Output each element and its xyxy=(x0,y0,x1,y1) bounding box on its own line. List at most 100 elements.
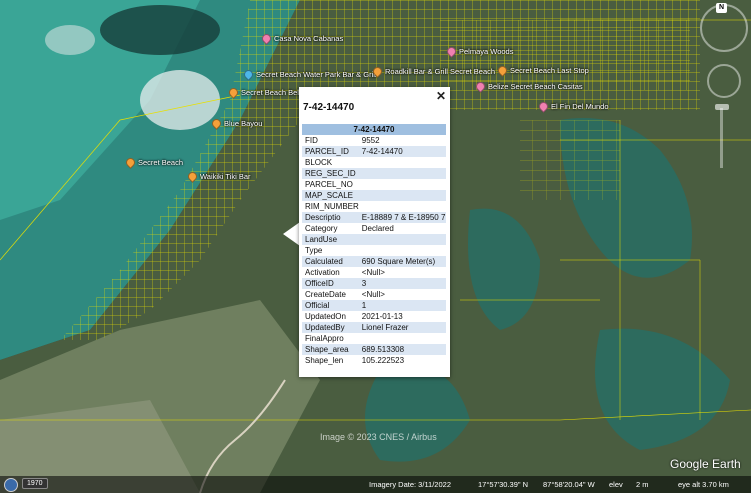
attribute-key: CreateDate xyxy=(305,290,346,299)
latitude-readout: 17°57'30.39" N xyxy=(478,480,529,489)
elevation-label: elev xyxy=(609,480,623,489)
attribute-value xyxy=(358,234,446,245)
attribute-row: Official 1 xyxy=(302,300,446,311)
attribute-value: E-18889 7 & E-18950 7 xyxy=(358,212,446,223)
place-label[interactable]: Casa Nova Cabanas xyxy=(260,32,343,45)
table-header: 7-42-14470 xyxy=(302,124,446,135)
attribute-value: 9552 xyxy=(361,136,380,145)
attribute-value xyxy=(359,333,446,344)
attribute-row: Calculated 690 Square Meter(s) xyxy=(302,256,446,267)
historical-imagery-clock-icon[interactable] xyxy=(4,478,18,492)
attribute-value xyxy=(359,201,446,212)
eye-altitude: eye alt 3.70 km xyxy=(678,480,729,489)
place-label[interactable]: Secret Beach Bel xyxy=(227,86,299,99)
parcel-info-balloon: 7-42-14470 ✕ 7-42-14470 FID 9552 PARCEL_ID… xyxy=(299,87,450,377)
status-bar: 1970 Imagery Date: 3/11/2022 17°57'30.39… xyxy=(0,476,751,493)
attribute-row: Shape_len 105.222523 xyxy=(302,355,446,366)
place-label[interactable]: Roadkill Bar & Grill Secret Beach xyxy=(371,65,495,78)
attribute-key: Shape_len xyxy=(305,356,344,365)
attribute-value xyxy=(359,179,446,190)
attribute-table: 7-42-14470 FID 9552 PARCEL_ID 7-42-14470 BLO… xyxy=(302,124,446,366)
attribute-key: PARCEL_NO xyxy=(305,180,353,189)
place-label[interactable]: Pelmaya Woods xyxy=(445,45,513,58)
attribute-value: 689.513308 xyxy=(358,344,446,355)
attribute-value: 690 Square Meter(s) xyxy=(358,256,446,267)
pin-icon xyxy=(242,68,255,81)
attribute-value xyxy=(358,190,446,201)
year-button[interactable]: 1970 xyxy=(22,478,48,489)
attribute-key: REG_SEC_ID xyxy=(302,168,359,179)
attribute-key: PARCEL_ID xyxy=(302,146,359,157)
attribute-row: LandUse xyxy=(302,234,446,245)
balloon-pointer xyxy=(283,222,300,246)
pin-icon xyxy=(474,80,487,93)
attribute-value: 7-42-14470 xyxy=(358,146,446,157)
attribute-row: UpdatedOn 2021-01-13 xyxy=(302,311,446,322)
attribute-row: REG_SEC_ID xyxy=(302,168,446,179)
place-label[interactable]: Secret Beach xyxy=(124,156,183,169)
place-label[interactable]: Belize Secret Beach Casitas xyxy=(474,80,583,93)
attribute-row: Type xyxy=(302,245,446,256)
attribute-row: Activation <Null> xyxy=(302,267,446,278)
attribute-row: MAP_SCALE xyxy=(302,190,446,201)
attribute-key: Type xyxy=(305,246,323,255)
pin-icon xyxy=(496,64,509,77)
attribute-value: Declared xyxy=(361,224,394,233)
attribute-key: BLOCK xyxy=(305,158,333,167)
look-joystick-icon[interactable] xyxy=(707,64,741,98)
attribute-value: 2021-01-13 xyxy=(361,312,403,321)
attribute-key: FID xyxy=(305,136,318,145)
pin-icon xyxy=(260,32,273,45)
zoom-slider-handle[interactable] xyxy=(715,104,729,110)
google-earth-logo: Google Earth xyxy=(670,457,741,471)
attribute-value xyxy=(359,157,446,168)
place-label[interactable]: El Fin Del Mundo xyxy=(537,100,609,113)
longitude-readout: 87°58'20.04" W xyxy=(543,480,595,489)
attribute-value: <Null> xyxy=(361,290,385,299)
attribute-key: OfficeID xyxy=(302,278,359,289)
pin-icon xyxy=(445,45,458,58)
attribute-row: UpdatedBy Lionel Frazer xyxy=(302,322,446,333)
attribute-row: RIM_NUMBER xyxy=(302,201,446,212)
attribute-key: Activation xyxy=(305,268,340,277)
attribute-key: MAP_SCALE xyxy=(302,190,359,201)
attribute-key: Descriptio xyxy=(302,212,359,223)
pin-icon xyxy=(371,65,384,78)
pin-icon xyxy=(227,86,240,99)
attribute-key: Category xyxy=(305,224,338,233)
pin-icon xyxy=(537,100,550,113)
attribute-value: 105.222523 xyxy=(361,356,405,365)
attribute-key: UpdatedBy xyxy=(302,322,359,333)
attribute-row: BLOCK xyxy=(302,157,446,168)
attribute-key: UpdatedOn xyxy=(305,312,346,321)
attribute-row: FID 9552 xyxy=(302,135,446,146)
attribute-key: Shape_area xyxy=(302,344,359,355)
attribute-row: PARCEL_ID 7-42-14470 xyxy=(302,146,446,157)
attribute-key: RIM_NUMBER xyxy=(305,202,359,211)
zoom-slider[interactable] xyxy=(720,108,723,168)
attribute-key: FinalAppro xyxy=(305,334,344,343)
attribute-value: 1 xyxy=(358,300,446,311)
place-label[interactable]: Waikiki Tiki Bar xyxy=(186,170,251,183)
place-label[interactable]: Secret Beach Last Stop xyxy=(496,64,589,77)
attribute-key: LandUse xyxy=(302,234,359,245)
attribute-row: PARCEL_NO xyxy=(302,179,446,190)
close-icon[interactable]: ✕ xyxy=(436,89,446,103)
north-indicator-icon[interactable]: N xyxy=(716,3,727,13)
place-label[interactable]: Blue Bayou xyxy=(210,117,262,130)
attribute-row: FinalAppro xyxy=(302,333,446,344)
attribute-row: Shape_area 689.513308 xyxy=(302,344,446,355)
pin-icon xyxy=(186,170,199,183)
attribute-value: 3 xyxy=(358,278,446,289)
imagery-date: Imagery Date: 3/11/2022 xyxy=(369,480,451,489)
pin-icon xyxy=(210,117,223,130)
imagery-copyright: Image © 2023 CNES / Airbus xyxy=(320,432,437,442)
attribute-value: Lionel Frazer xyxy=(358,322,446,333)
attribute-key: Calculated xyxy=(302,256,359,267)
attribute-value xyxy=(359,245,446,256)
elevation-value: 2 m xyxy=(636,480,649,489)
attribute-row: OfficeID 3 xyxy=(302,278,446,289)
attribute-key: Official xyxy=(302,300,359,311)
place-label[interactable]: Secret Beach Water Park Bar & Grill xyxy=(242,68,377,81)
attribute-value xyxy=(358,168,446,179)
